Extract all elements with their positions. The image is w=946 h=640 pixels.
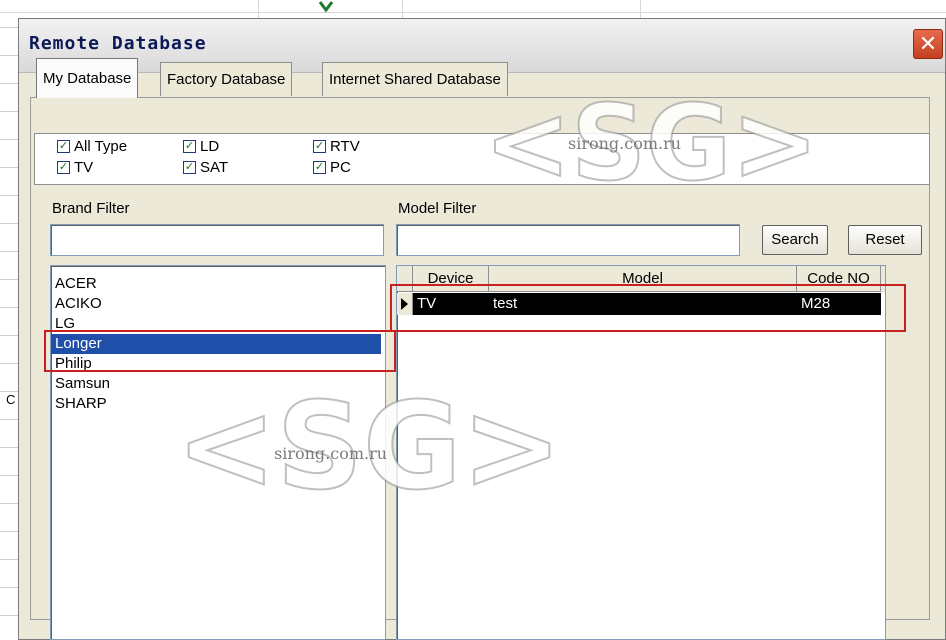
type-checkbox-sat[interactable]: ✓ SAT — [183, 159, 228, 176]
type-filter-box: ✓ All Type ✓ LD ✓ RTV ✓ TV ✓ SAT ✓ PC — [34, 133, 930, 185]
type-checkbox-ld[interactable]: ✓ LD — [183, 138, 219, 155]
type-checkbox-tv[interactable]: ✓ TV — [57, 159, 93, 176]
check-icon: ✓ — [183, 161, 196, 174]
reset-button[interactable]: Reset — [848, 225, 922, 255]
brand-filter-label: Brand Filter — [52, 200, 130, 217]
check-icon: ✓ — [313, 161, 326, 174]
brand-filter-input[interactable] — [50, 224, 384, 256]
list-item[interactable]: SHARP — [51, 394, 385, 414]
type-checkbox-pc[interactable]: ✓ PC — [313, 159, 351, 176]
check-icon: ✓ — [183, 140, 196, 153]
type-checkbox-all-type[interactable]: ✓ All Type — [57, 138, 127, 155]
spreadsheet-gridline — [0, 12, 946, 13]
list-item[interactable]: ACER — [51, 274, 385, 294]
model-filter-input[interactable] — [396, 224, 740, 256]
list-item[interactable]: Samsun — [51, 374, 385, 394]
tab-internet-shared-database[interactable]: Internet Shared Database — [322, 62, 508, 96]
spreadsheet-cell-text: C — [6, 392, 16, 407]
type-checkbox-rtv[interactable]: ✓ RTV — [313, 138, 360, 155]
highlight-selected-brand — [44, 330, 396, 372]
model-filter-label: Model Filter — [398, 200, 477, 217]
tab-factory-database[interactable]: Factory Database — [160, 62, 293, 96]
cell-marker-icon — [318, 1, 334, 13]
window-title: Remote Database — [29, 33, 207, 54]
spreadsheet-row-headers — [0, 0, 20, 640]
search-button[interactable]: Search — [762, 225, 828, 255]
list-item[interactable]: ACIKO — [51, 294, 385, 314]
check-icon: ✓ — [57, 140, 70, 153]
tab-my-database[interactable]: My Database — [36, 58, 139, 98]
brand-list[interactable]: ACER ACIKO LG Longer Philip Samsun SHARP — [50, 265, 386, 640]
highlight-model-row — [390, 284, 906, 332]
close-button[interactable]: ✕ — [913, 29, 943, 59]
check-icon: ✓ — [57, 161, 70, 174]
check-icon: ✓ — [313, 140, 326, 153]
